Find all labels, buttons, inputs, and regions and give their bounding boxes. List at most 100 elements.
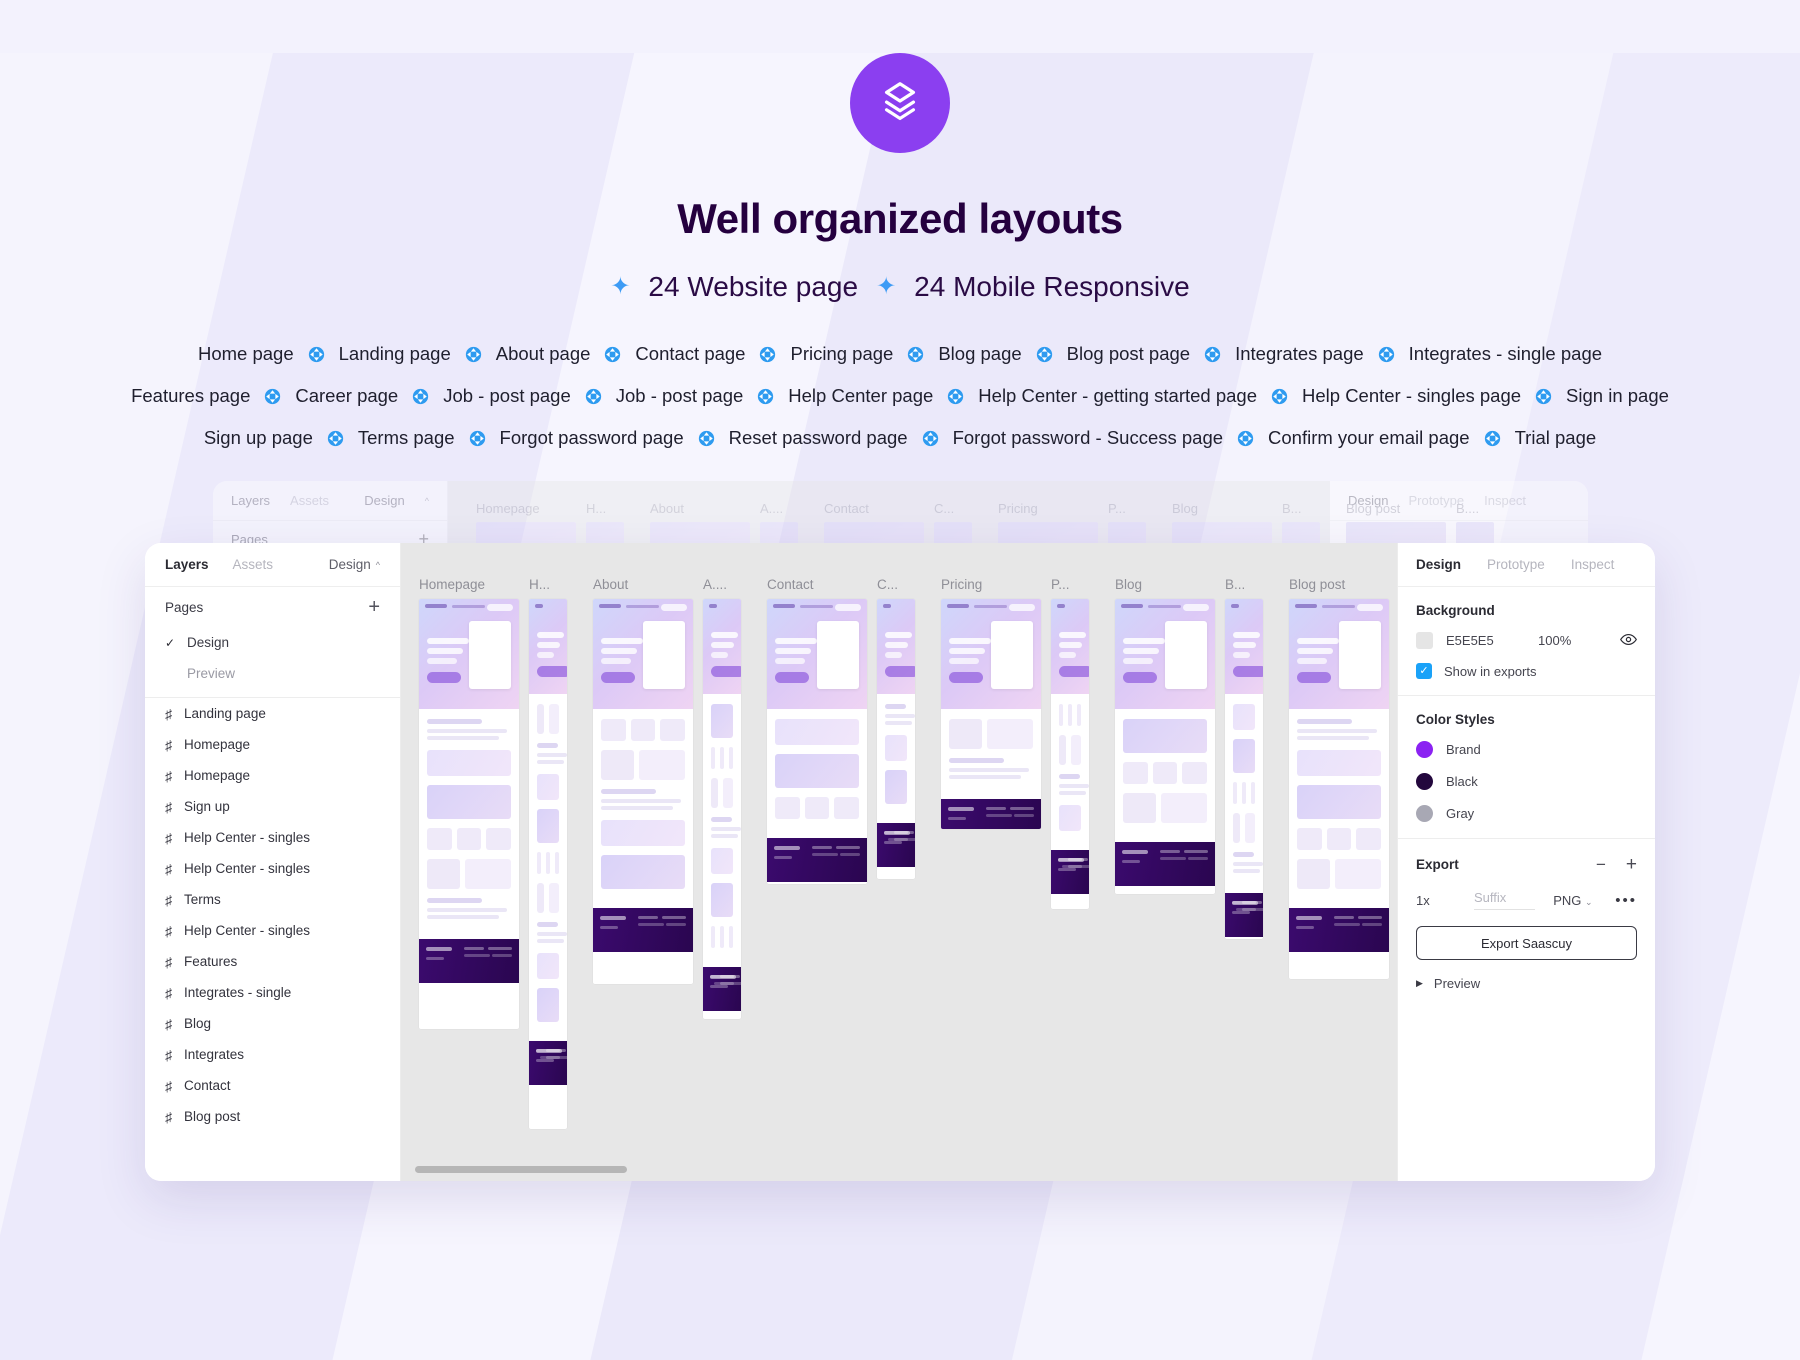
plus-circle-icon bbox=[1204, 346, 1221, 363]
layer-item[interactable]: ♯ Terms bbox=[145, 884, 400, 915]
color-style-item[interactable]: Gray bbox=[1416, 805, 1637, 822]
design-dropdown-label: Design bbox=[328, 557, 371, 572]
layer-item[interactable]: ♯ Sign up bbox=[145, 791, 400, 822]
page-link[interactable]: Forgot password page bbox=[500, 427, 684, 449]
color-style-item[interactable]: Brand bbox=[1416, 741, 1637, 758]
page-link[interactable]: Sign up page bbox=[204, 427, 313, 449]
page-item-label: Design bbox=[187, 635, 230, 650]
design-dropdown[interactable]: Design ^ bbox=[329, 557, 380, 572]
export-suffix-input[interactable]: Suffix bbox=[1474, 890, 1536, 910]
page-link[interactable]: Integrates - single page bbox=[1409, 343, 1602, 365]
layer-item[interactable]: ♯ Blog bbox=[145, 1008, 400, 1039]
page-link[interactable]: Integrates page bbox=[1235, 343, 1364, 365]
layer-item[interactable]: ♯ Blog post bbox=[145, 1101, 400, 1132]
preview-toggle[interactable]: ▶ Preview bbox=[1416, 976, 1637, 991]
page-link[interactable]: Terms page bbox=[358, 427, 455, 449]
design-canvas[interactable]: Homepage H... About A.... Contact C... Pricing… bbox=[401, 543, 1397, 1181]
page-link[interactable]: Job - post page bbox=[443, 385, 571, 407]
layer-item[interactable]: ♯ Contact bbox=[145, 1070, 400, 1101]
canvas-frame[interactable]: P... bbox=[1051, 577, 1089, 909]
page-item[interactable]: Preview bbox=[145, 658, 400, 689]
color-style-label: Gray bbox=[1446, 806, 1475, 821]
layer-item[interactable]: ♯ Help Center - singles bbox=[145, 822, 400, 853]
background-opacity[interactable]: 100% bbox=[1538, 633, 1620, 648]
ghost-frame-label: Homepage bbox=[476, 501, 540, 516]
page-link[interactable]: Blog page bbox=[938, 343, 1021, 365]
page-link[interactable]: Job - post page bbox=[616, 385, 744, 407]
color-swatch[interactable] bbox=[1416, 632, 1433, 649]
frame-hash-icon: ♯ bbox=[165, 798, 172, 815]
layer-item[interactable]: ♯ Integrates bbox=[145, 1039, 400, 1070]
export-button[interactable]: Export Saascuy bbox=[1416, 926, 1637, 960]
page-link[interactable]: Contact page bbox=[635, 343, 745, 365]
layer-item-label: Homepage bbox=[184, 737, 251, 752]
canvas-frame[interactable]: C... bbox=[877, 577, 915, 879]
layer-item[interactable]: ♯ Homepage bbox=[145, 729, 400, 760]
color-style-label: Black bbox=[1446, 774, 1478, 789]
canvas-frame[interactable]: Blog post bbox=[1289, 577, 1389, 979]
layer-item[interactable]: ♯ Landing page bbox=[145, 698, 400, 729]
export-scale[interactable]: 1x bbox=[1416, 893, 1474, 908]
canvas-frame[interactable]: A.... bbox=[703, 577, 741, 1019]
ghost-frame-label: C... bbox=[934, 501, 955, 516]
page-link[interactable]: Confirm your email page bbox=[1268, 427, 1470, 449]
layer-item-label: Help Center - singles bbox=[184, 861, 311, 876]
page-link[interactable]: Help Center - getting started page bbox=[978, 385, 1257, 407]
canvas-frame[interactable]: Blog bbox=[1115, 577, 1215, 894]
tab-assets[interactable]: Assets bbox=[233, 557, 274, 572]
page-link[interactable]: Landing page bbox=[339, 343, 451, 365]
page-link[interactable]: Help Center - singles page bbox=[1302, 385, 1521, 407]
layer-item[interactable]: ♯ Help Center - singles bbox=[145, 853, 400, 884]
frame-label: Blog post bbox=[1289, 577, 1346, 592]
canvas-frame[interactable]: H... bbox=[529, 577, 567, 1129]
page-link[interactable]: Features page bbox=[131, 385, 250, 407]
export-format-label: PNG bbox=[1553, 892, 1582, 908]
canvas-frame[interactable]: B... bbox=[1225, 577, 1263, 939]
layer-item[interactable]: ♯ Features bbox=[145, 946, 400, 977]
page-link[interactable]: Career page bbox=[295, 385, 398, 407]
frame-hash-icon: ♯ bbox=[165, 922, 172, 939]
layer-item[interactable]: ♯ Help Center - singles bbox=[145, 915, 400, 946]
tab-prototype[interactable]: Prototype bbox=[1487, 557, 1545, 572]
canvas-frame[interactable]: Contact bbox=[767, 577, 867, 884]
ghost-frame-label: Blog bbox=[1172, 501, 1199, 516]
page-link[interactable]: Pricing page bbox=[790, 343, 893, 365]
layers-panel: Layers Assets Design ^ Pages + ✓ Design Pr… bbox=[145, 543, 401, 1181]
page-link[interactable]: Home page bbox=[198, 343, 294, 365]
layer-item-label: Features bbox=[184, 954, 238, 969]
add-export-button[interactable]: + bbox=[1626, 855, 1637, 874]
page-link[interactable]: Blog post page bbox=[1067, 343, 1190, 365]
tab-inspect[interactable]: Inspect bbox=[1571, 557, 1615, 572]
ellipsis-icon[interactable]: ••• bbox=[1615, 892, 1637, 909]
plus-circle-icon bbox=[1271, 388, 1288, 405]
export-format-select[interactable]: PNG ⌄ bbox=[1553, 893, 1615, 908]
plus-circle-icon bbox=[1484, 430, 1501, 447]
page-link[interactable]: About page bbox=[496, 343, 591, 365]
page-link[interactable]: Trial page bbox=[1515, 427, 1597, 449]
page-link[interactable]: Help Center page bbox=[788, 385, 933, 407]
page-link[interactable]: Sign in page bbox=[1566, 385, 1669, 407]
eye-icon[interactable] bbox=[1620, 633, 1637, 649]
ghost-frame-label: H... bbox=[586, 501, 607, 516]
color-style-item[interactable]: Black bbox=[1416, 773, 1637, 790]
chevron-down-icon: ⌄ bbox=[1585, 896, 1593, 907]
layer-item[interactable]: ♯ Integrates - single bbox=[145, 977, 400, 1008]
plus-circle-icon bbox=[759, 346, 776, 363]
show-in-exports-row[interactable]: ✓ Show in exports bbox=[1416, 663, 1637, 679]
remove-export-button[interactable]: − bbox=[1596, 856, 1606, 873]
page-link[interactable]: Reset password page bbox=[729, 427, 908, 449]
page-item[interactable]: ✓ Design bbox=[145, 627, 400, 658]
canvas-frame[interactable]: Homepage bbox=[419, 577, 519, 1029]
page-link[interactable]: Forgot password - Success page bbox=[953, 427, 1223, 449]
horizontal-scrollbar[interactable] bbox=[415, 1166, 627, 1173]
show-in-exports-checkbox[interactable]: ✓ bbox=[1416, 663, 1432, 679]
add-page-button[interactable]: + bbox=[368, 597, 380, 617]
layer-item[interactable]: ♯ Homepage bbox=[145, 760, 400, 791]
canvas-frame[interactable]: About bbox=[593, 577, 693, 984]
canvas-frame[interactable]: Pricing bbox=[941, 577, 1041, 829]
tab-design[interactable]: Design bbox=[1416, 557, 1461, 572]
plus-circle-icon bbox=[308, 346, 325, 363]
background-hex[interactable]: E5E5E5 bbox=[1446, 633, 1538, 648]
tab-layers[interactable]: Layers bbox=[165, 557, 209, 572]
plus-circle-icon bbox=[907, 346, 924, 363]
